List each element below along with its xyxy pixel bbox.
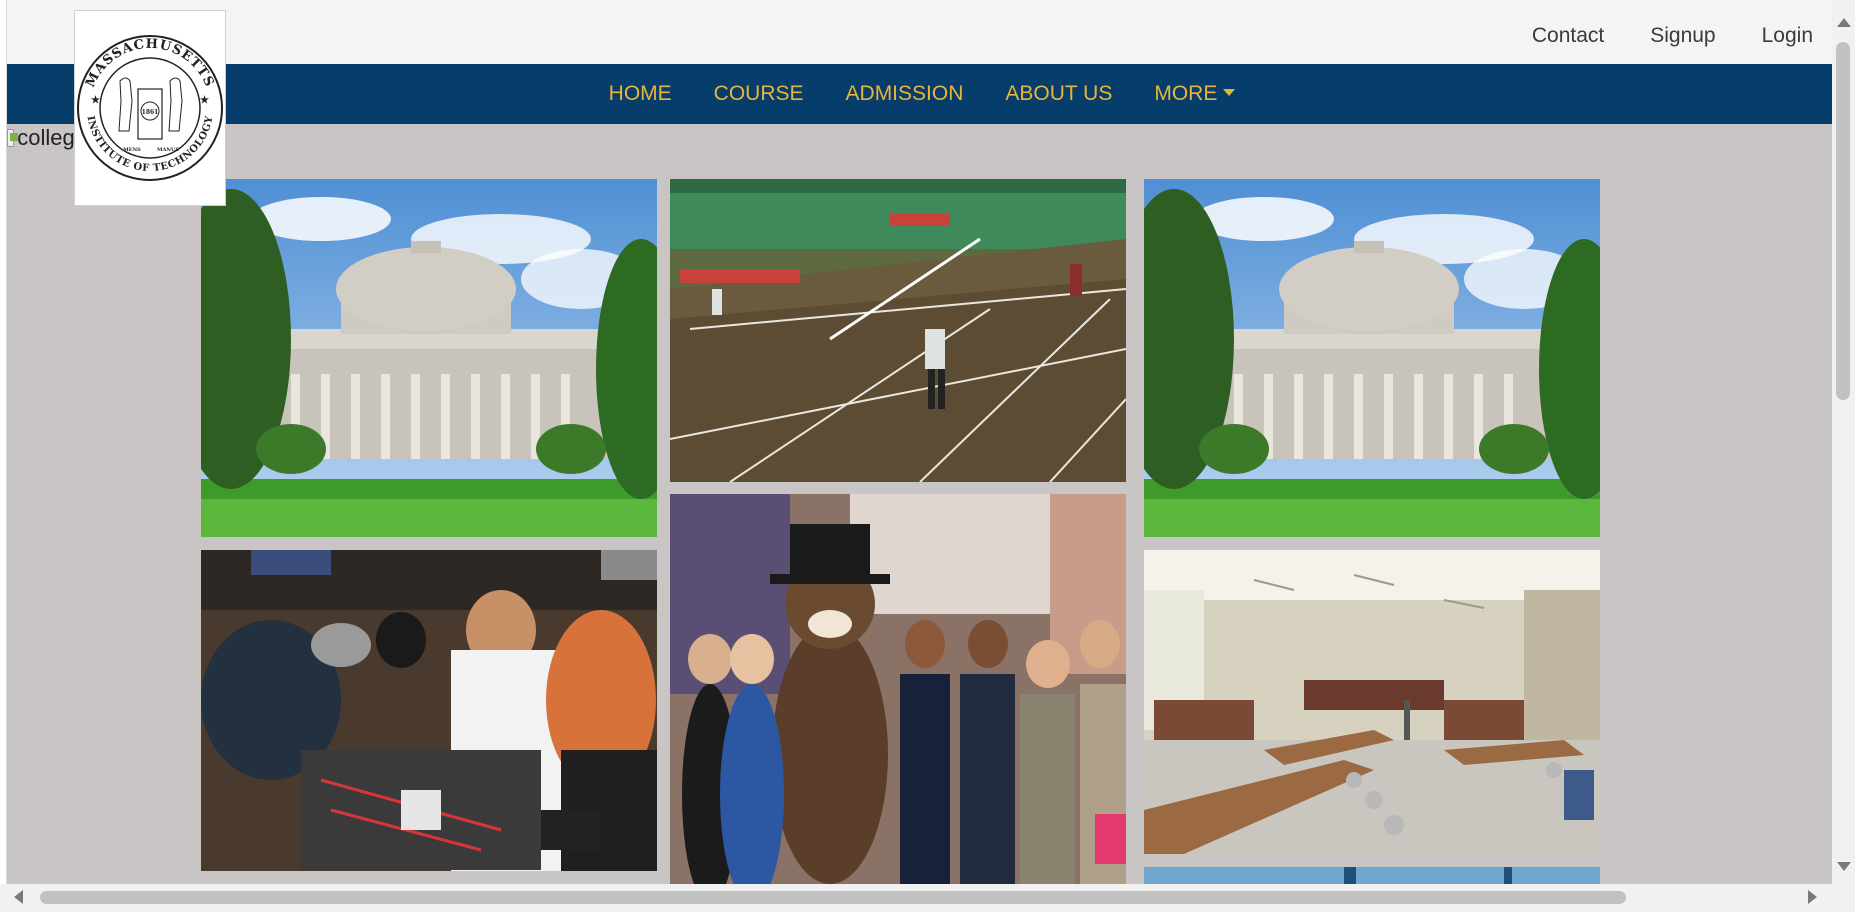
seal-year: 1861 [142,109,159,116]
nav-about-us[interactable]: ABOUT US [1005,82,1112,106]
main-navbar: HOME COURSE ADMISSION ABOUT US MORE [7,64,1833,124]
scroll-left-arrow-icon[interactable] [14,890,23,904]
top-bar: Contact Signup Login [7,0,1833,64]
gallery-photo-mascot-group[interactable] [670,494,1126,884]
gallery-photo-robotics[interactable] [201,550,657,871]
signup-link[interactable]: Signup [1650,24,1715,48]
page-viewport: Contact Signup Login HOME COURSE ADMISSI… [6,0,1833,884]
login-link[interactable]: Login [1762,24,1813,48]
gallery-photo-dome-left[interactable] [201,179,657,537]
broken-image-icon [7,129,19,147]
vertical-scroll-thumb[interactable] [1836,42,1850,400]
seal-motto-left: MENS [123,147,141,153]
scroll-down-arrow-icon[interactable] [1837,862,1851,871]
institute-seal-logo[interactable]: MASSACHUSETTS INSTITUTE OF TECHNOLOGY ★ … [74,10,226,206]
seal-motto-right: MANUS [157,147,179,153]
nav-course[interactable]: COURSE [714,82,804,106]
gallery-photo-library[interactable] [1144,550,1600,854]
vertical-scrollbar[interactable] [1832,0,1855,884]
svg-text:★: ★ [200,95,209,106]
contact-link[interactable]: Contact [1532,24,1604,48]
nav-more-dropdown[interactable]: MORE [1154,82,1236,106]
scroll-up-arrow-icon[interactable] [1837,18,1851,27]
top-links: Contact Signup Login [1532,24,1813,48]
nav-admission[interactable]: ADMISSION [846,82,964,106]
horizontal-scrollbar[interactable] [0,884,1855,912]
svg-text:★: ★ [91,95,100,106]
nav-menu: HOME COURSE ADMISSION ABOUT US MORE [7,64,1833,124]
scroll-right-arrow-icon[interactable] [1808,890,1817,904]
caret-down-icon [1223,88,1236,96]
nav-more-label: MORE [1154,82,1218,105]
nav-home[interactable]: HOME [609,82,672,106]
gallery-photo-dome-right[interactable] [1144,179,1600,537]
horizontal-scroll-thumb[interactable] [40,891,1626,904]
gallery-photo-partial[interactable] [1144,867,1600,884]
gallery-photo-badminton[interactable] [670,179,1126,482]
